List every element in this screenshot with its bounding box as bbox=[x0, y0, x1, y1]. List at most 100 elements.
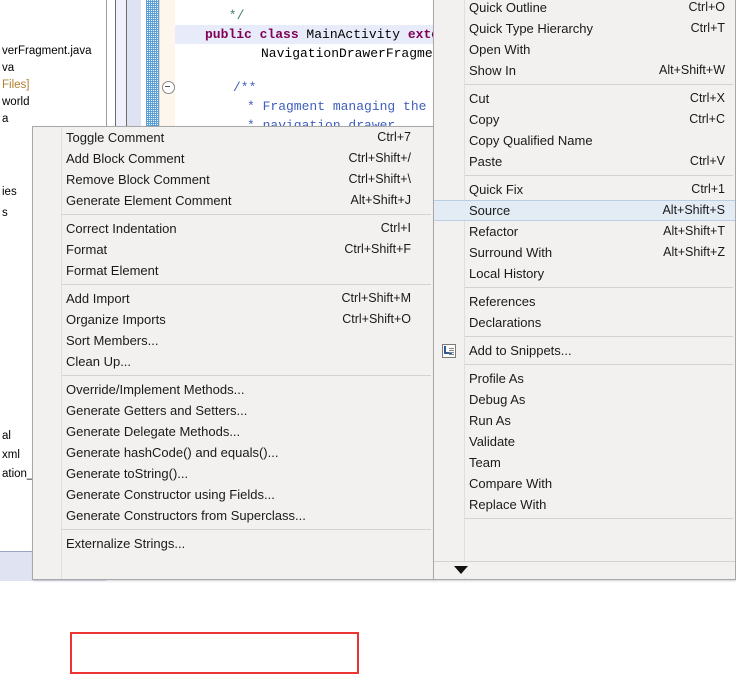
menu-item-label: Add Block Comment bbox=[66, 151, 185, 166]
menu-separator bbox=[434, 284, 735, 291]
menu-item-add-block-comment[interactable]: Add Block Comment Ctrl+Shift+/ bbox=[33, 148, 433, 169]
menu-item-team[interactable]: Team bbox=[434, 452, 735, 473]
menu-item-copy-qualified-name[interactable]: Copy Qualified Name bbox=[434, 130, 735, 151]
menu-item-generate-element-comment[interactable]: Generate Element Comment Alt+Shift+J bbox=[33, 190, 433, 211]
menu-item-generate-hashcode-and-equals[interactable]: Generate hashCode() and equals()... bbox=[33, 442, 433, 463]
menu-item-label: Generate Constructor using Fields... bbox=[66, 487, 275, 502]
menu-item-cut[interactable]: Cut Ctrl+X bbox=[434, 88, 735, 109]
tree-item[interactable]: a bbox=[0, 112, 8, 127]
menu-item-label: Cut bbox=[469, 91, 490, 106]
menu-item-replace-with[interactable]: Replace With bbox=[434, 494, 735, 515]
red-annotation-box bbox=[70, 632, 359, 674]
menu-item-label: Quick Outline bbox=[469, 0, 548, 15]
context-menu-list: Quick Outline Ctrl+O Quick Type Hierarchy C… bbox=[434, 0, 735, 522]
menu-item-surround-with[interactable]: Surround With Alt+Shift+Z bbox=[434, 242, 735, 263]
menu-item-source[interactable]: Source Alt+Shift+S bbox=[434, 200, 735, 221]
editor-context-menu[interactable]: Quick Outline Ctrl+O Quick Type Hierarchy C… bbox=[433, 0, 736, 580]
menu-separator bbox=[434, 361, 735, 368]
menu-item-declarations[interactable]: Declarations bbox=[434, 312, 735, 333]
menu-item-generate-getters-and-setters[interactable]: Generate Getters and Setters... bbox=[33, 400, 433, 421]
tree-item[interactable]: ies bbox=[0, 185, 17, 200]
code-token: MainActivity bbox=[306, 27, 408, 42]
menu-item-shortcut: Ctrl+Shift+M bbox=[341, 291, 411, 305]
menu-item-externalize-strings[interactable]: Externalize Strings... bbox=[33, 533, 433, 554]
menu-item-toggle-comment[interactable]: Toggle Comment Ctrl+7 bbox=[33, 127, 433, 148]
menu-item-open-with[interactable]: Open With bbox=[434, 39, 735, 60]
menu-item-generate-constructors-from-superclass[interactable]: Generate Constructors from Superclass... bbox=[33, 505, 433, 526]
menu-item-shortcut: Alt+Shift+T bbox=[663, 224, 725, 238]
menu-item-label: Quick Fix bbox=[469, 182, 524, 197]
menu-item-label: Generate hashCode() and equals()... bbox=[66, 445, 279, 460]
menu-item-label: Quick Type Hierarchy bbox=[469, 21, 594, 36]
menu-item-shortcut: Alt+Shift+W bbox=[659, 63, 725, 77]
menu-item-shortcut: Ctrl+T bbox=[690, 21, 725, 35]
menu-separator bbox=[434, 333, 735, 340]
menu-item-format-element[interactable]: Format Element bbox=[33, 260, 433, 281]
tree-item[interactable]: Files] bbox=[0, 78, 29, 93]
menu-item-sort-members[interactable]: Sort Members... bbox=[33, 330, 433, 351]
menu-scroll-down-button[interactable] bbox=[434, 561, 735, 578]
menu-item-generate-constructor-using-fields[interactable]: Generate Constructor using Fields... bbox=[33, 484, 433, 505]
menu-item-shortcut: Ctrl+I bbox=[380, 221, 411, 235]
menu-item-run-as[interactable]: Run As bbox=[434, 410, 735, 431]
menu-item-shortcut: Ctrl+Shift+\ bbox=[348, 172, 411, 186]
menu-item-label: Surround With bbox=[469, 245, 553, 260]
source-submenu[interactable]: Toggle Comment Ctrl+7 Add Block Comment Ctr… bbox=[32, 126, 434, 674]
menu-item-label: Copy Qualified Name bbox=[469, 133, 593, 148]
code-line: */ bbox=[221, 6, 245, 25]
menu-item-shortcut: Ctrl+Shift+F bbox=[344, 242, 411, 256]
menu-item-add-import[interactable]: Add Import Ctrl+Shift+M bbox=[33, 288, 433, 309]
code-token: public class bbox=[205, 27, 307, 42]
menu-item-label: Paste bbox=[469, 154, 503, 169]
menu-separator bbox=[434, 81, 735, 88]
code-fold-toggle-icon[interactable] bbox=[162, 81, 175, 94]
menu-item-show-in[interactable]: Show In Alt+Shift+W bbox=[434, 60, 735, 81]
menu-item-copy[interactable]: Copy Ctrl+C bbox=[434, 109, 735, 130]
menu-item-compare-with[interactable]: Compare With bbox=[434, 473, 735, 494]
menu-item-paste[interactable]: Paste Ctrl+V bbox=[434, 151, 735, 172]
menu-item-label: Add Import bbox=[66, 291, 130, 306]
menu-item-validate[interactable]: Validate bbox=[434, 431, 735, 452]
menu-item-override-implement-methods[interactable]: Override/Implement Methods... bbox=[33, 379, 433, 400]
menu-item-format[interactable]: Format Ctrl+Shift+F bbox=[33, 239, 433, 260]
tree-item[interactable]: va bbox=[0, 61, 14, 76]
menu-separator bbox=[33, 281, 433, 288]
menu-item-label: Open With bbox=[469, 42, 531, 57]
menu-item-references[interactable]: References bbox=[434, 291, 735, 312]
tree-item[interactable]: verFragment.java bbox=[0, 44, 91, 59]
menu-item-debug-as[interactable]: Debug As bbox=[434, 389, 735, 410]
code-token: * Fragment managing the be bbox=[247, 99, 450, 114]
menu-item-label: Source bbox=[469, 203, 511, 218]
menu-item-profile-as[interactable]: Profile As bbox=[434, 368, 735, 389]
menu-item-quick-fix[interactable]: Quick Fix Ctrl+1 bbox=[434, 179, 735, 200]
menu-item-local-history[interactable]: Local History bbox=[434, 263, 735, 284]
menu-item-organize-imports[interactable]: Organize Imports Ctrl+Shift+O bbox=[33, 309, 433, 330]
menu-item-label: Override/Implement Methods... bbox=[66, 382, 245, 397]
menu-item-label: Run As bbox=[469, 413, 511, 428]
menu-item-refactor[interactable]: Refactor Alt+Shift+T bbox=[434, 221, 735, 242]
menu-item-generate-tostring[interactable]: Generate toString()... bbox=[33, 463, 433, 484]
menu-item-quick-outline[interactable]: Quick Outline Ctrl+O bbox=[434, 0, 735, 18]
code-line: NavigationDrawerFragmen bbox=[261, 44, 440, 63]
menu-item-label: Generate toString()... bbox=[66, 466, 189, 481]
tree-item[interactable]: ation_ bbox=[0, 467, 33, 482]
tree-item[interactable]: xml bbox=[0, 448, 20, 463]
menu-item-remove-block-comment[interactable]: Remove Block Comment Ctrl+Shift+\ bbox=[33, 169, 433, 190]
menu-item-add-to-snippets[interactable]: Add to Snippets... bbox=[434, 340, 735, 361]
menu-item-quick-type-hierarchy[interactable]: Quick Type Hierarchy Ctrl+T bbox=[434, 18, 735, 39]
menu-item-shortcut: Alt+Shift+Z bbox=[663, 245, 725, 259]
menu-item-generate-delegate-methods[interactable]: Generate Delegate Methods... bbox=[33, 421, 433, 442]
menu-item-correct-indentation[interactable]: Correct Indentation Ctrl+I bbox=[33, 218, 433, 239]
tree-item[interactable]: world bbox=[0, 95, 29, 110]
menu-item-shortcut: Ctrl+C bbox=[689, 112, 725, 126]
menu-item-shortcut: Alt+Shift+J bbox=[350, 193, 411, 207]
code-line: /** bbox=[233, 78, 256, 97]
menu-item-label: Externalize Strings... bbox=[66, 536, 186, 551]
menu-item-label: Remove Block Comment bbox=[66, 172, 210, 187]
tree-item[interactable]: s bbox=[0, 206, 8, 221]
tree-item[interactable]: al bbox=[0, 429, 11, 444]
menu-item-clean-up[interactable]: Clean Up... bbox=[33, 351, 433, 372]
menu-separator bbox=[434, 172, 735, 179]
menu-item-label: Refactor bbox=[469, 224, 519, 239]
code-line: * Fragment managing the be bbox=[247, 97, 450, 116]
